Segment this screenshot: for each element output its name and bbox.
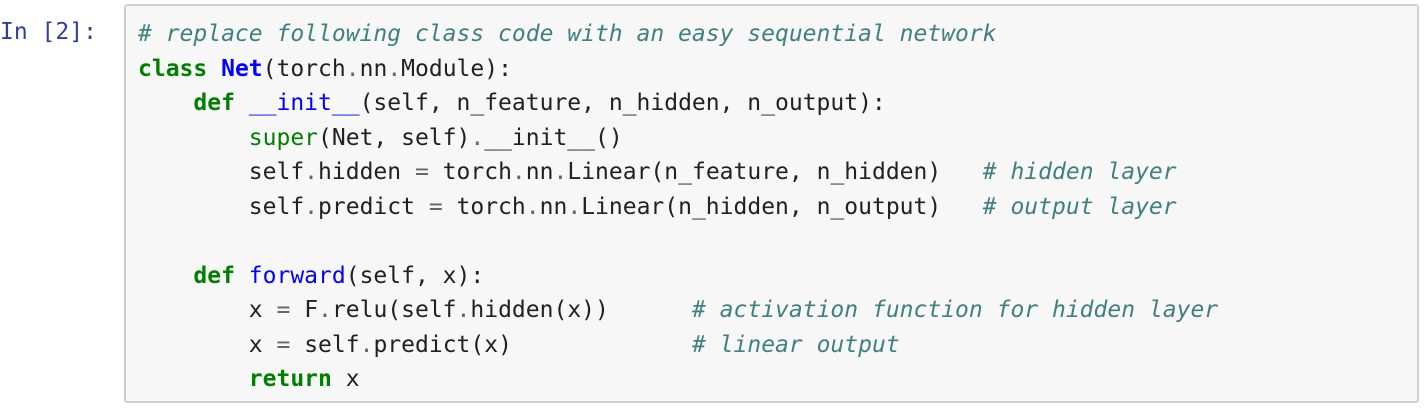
code-token-operator: . xyxy=(387,55,402,82)
code-token-code-text: x xyxy=(138,331,277,358)
code-token-comment: # output layer xyxy=(982,193,1177,220)
code-token-comment: # replace following class code with an e… xyxy=(138,21,997,47)
code-token-code-text: self xyxy=(290,331,360,358)
code-token-code-text: (torch xyxy=(262,55,346,82)
cell-input-prompt: In [2]: xyxy=(0,19,97,45)
code-token-operator: = xyxy=(276,331,291,358)
code-token-code-text: self xyxy=(138,159,305,185)
code-token-keyword: def xyxy=(193,262,235,289)
code-line: x = self.predict(x) # linear output xyxy=(138,328,1218,363)
code-token-code-text: __init__() xyxy=(484,124,623,151)
code-token-operator: = xyxy=(428,193,443,220)
code-token-comment: # activation function for hidden layer xyxy=(691,297,1219,323)
code-token-keyword: def xyxy=(193,90,235,116)
code-token-operator: = xyxy=(276,297,291,323)
code-token-operator: . xyxy=(456,297,471,323)
code-token-comment: # hidden layer xyxy=(982,159,1177,185)
code-token-function-name: __init__ xyxy=(248,90,360,116)
code-token-operator: . xyxy=(304,159,319,185)
code-token-operator: . xyxy=(511,159,526,185)
code-token-code-text: torch xyxy=(442,193,526,220)
code-token-operator: . xyxy=(359,331,374,358)
code-token-code-text xyxy=(235,263,249,289)
code-token-operator: = xyxy=(414,159,429,185)
code-token-code-text: (self, x): xyxy=(345,262,485,289)
code-token-keyword: class xyxy=(138,55,208,82)
code-token-operator: . xyxy=(553,159,568,185)
code-token-code-text: relu(self xyxy=(331,297,457,323)
code-token-operator: . xyxy=(304,193,319,220)
code-line: class Net(torch.nn.Module): xyxy=(138,52,1218,87)
code-token-code-text: nn xyxy=(359,55,388,82)
code-token-code-text xyxy=(138,125,249,151)
code-token-operator: . xyxy=(345,55,360,82)
code-line: super(Net, self).__init__() xyxy=(138,121,1218,156)
code-token-code-text: torch xyxy=(428,159,512,185)
code-token-code-text: nn xyxy=(539,193,568,220)
code-token-comment: # linear output xyxy=(691,331,900,358)
code-line: self.hidden = torch.nn.Linear(n_feature,… xyxy=(138,155,1218,190)
code-token-code-text xyxy=(235,90,249,116)
code-token-builtin: super xyxy=(248,124,319,151)
code-token-code-text xyxy=(138,263,193,289)
code-token-code-text: Linear(n_feature, n_hidden) xyxy=(567,159,983,185)
code-token-code-text: hidden xyxy=(318,159,415,185)
code-token-class-name: Net xyxy=(221,55,263,82)
code-token-code-text: predict xyxy=(318,193,429,220)
code-token-code-text: predict(x) xyxy=(373,331,692,358)
code-token-operator: . xyxy=(318,297,332,323)
code-line: self.predict = torch.nn.Linear(n_hidden,… xyxy=(138,190,1218,225)
code-cell-editor[interactable]: # replace following class code with an e… xyxy=(124,4,1419,403)
code-token-code-text: nn xyxy=(525,159,554,185)
code-token-code-text: self xyxy=(138,193,305,220)
code-line: x = F.relu(self.hidden(x)) # activation … xyxy=(138,293,1218,328)
code-token-function-name: forward xyxy=(248,262,346,289)
code-token-code-text: (Net, self) xyxy=(318,124,471,151)
code-token-code-text xyxy=(207,56,221,82)
code-block[interactable]: # replace following class code with an e… xyxy=(138,17,1218,397)
code-token-code-text: Linear(n_hidden, n_output) xyxy=(581,193,983,220)
code-token-code-text: F xyxy=(290,297,319,323)
code-line: return x xyxy=(138,362,1218,397)
code-token-operator: . xyxy=(567,193,582,220)
code-token-operator: . xyxy=(470,124,485,151)
code-token-code-text: x xyxy=(331,366,360,392)
code-token-code-text: Module): xyxy=(401,55,512,82)
code-token-operator: . xyxy=(525,193,540,220)
code-token-keyword: return xyxy=(248,366,332,392)
code-line: def forward(self, x): xyxy=(138,259,1218,294)
code-token-code-text xyxy=(138,90,193,116)
code-line: def __init__(self, n_feature, n_hidden, … xyxy=(138,86,1218,121)
code-token-code-text: (self, n_feature, n_hidden, n_output): xyxy=(359,90,886,116)
code-line: # replace following class code with an e… xyxy=(138,17,1218,52)
code-token-code-text xyxy=(138,366,249,392)
code-token-code-text: x xyxy=(138,297,277,323)
code-token-code-text: hidden(x)) xyxy=(470,297,692,323)
